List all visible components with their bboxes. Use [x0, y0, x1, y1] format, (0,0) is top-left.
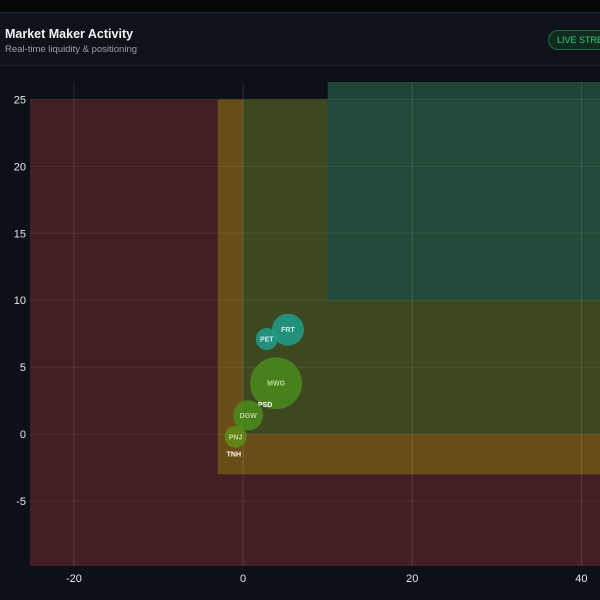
- bubble-label: FRT: [281, 327, 295, 334]
- y-tick-label: -5: [16, 496, 26, 508]
- x-tick-label: 40: [575, 573, 587, 585]
- y-tick-label: 10: [14, 295, 26, 307]
- bubble-label: MWG: [267, 381, 285, 388]
- y-tick-label: 15: [14, 228, 26, 240]
- region-3: [327, 82, 600, 301]
- bubble-label: TNH: [227, 452, 241, 459]
- x-tick-label: -20: [66, 573, 82, 585]
- x-tick-label: 20: [406, 573, 418, 585]
- y-tick-label: 0: [20, 429, 26, 441]
- bubble-label: DGW: [240, 413, 258, 420]
- bubble-label: PET: [260, 337, 274, 344]
- bubble-chart: -20 0 20 40-50510152025FRTPETMWGPSDDGWPNJTN…: [14, 82, 600, 585]
- y-tick-label: 20: [14, 161, 26, 173]
- y-tick-label: 25: [14, 94, 26, 106]
- x-tick-label: 0: [240, 573, 246, 585]
- y-tick-label: 5: [20, 362, 26, 374]
- bubble-label: PNJ: [229, 434, 243, 441]
